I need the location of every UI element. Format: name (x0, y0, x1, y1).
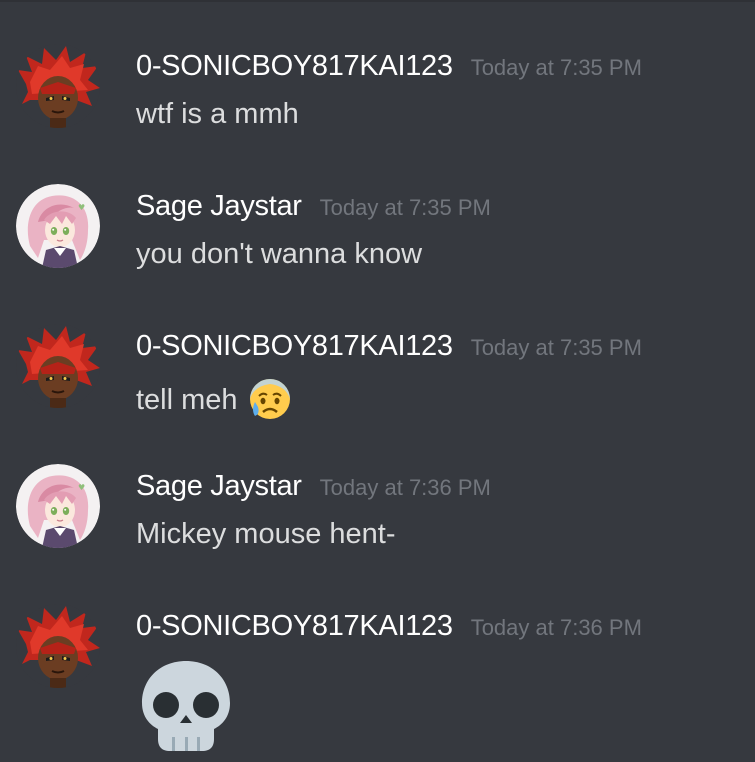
message-content: Mickey mouse hent- (136, 518, 396, 551)
message-item: Sage Jaystar Today at 7:35 PM you don't … (0, 140, 755, 280)
username[interactable]: Sage Jaystar (136, 470, 302, 503)
red-spiky-hair-avatar-icon (16, 44, 100, 128)
message-item: 0-SONICBOY817KAI123 Today at 7:35 PM wtf… (0, 0, 755, 140)
message-header: Sage Jaystar Today at 7:36 PM (136, 470, 491, 503)
red-spiky-hair-avatar-icon (16, 324, 100, 408)
message-content: you don't wanna know (136, 238, 422, 271)
pink-hair-anime-girl-avatar-icon (16, 184, 100, 268)
user-avatar[interactable] (16, 44, 100, 128)
message-list: 0-SONICBOY817KAI123 Today at 7:35 PM wtf… (0, 0, 755, 762)
user-avatar[interactable] (16, 184, 100, 268)
timestamp: Today at 7:35 PM (470, 335, 642, 360)
timestamp: Today at 7:35 PM (319, 195, 491, 220)
timestamp: Today at 7:36 PM (470, 615, 642, 640)
user-avatar[interactable] (16, 464, 100, 548)
message-header: 0-SONICBOY817KAI123 Today at 7:35 PM (136, 330, 642, 363)
pink-hair-anime-girl-avatar-icon (16, 464, 100, 548)
username[interactable]: 0-SONICBOY817KAI123 (136, 610, 453, 643)
timestamp: Today at 7:36 PM (319, 475, 491, 500)
message-header: 0-SONICBOY817KAI123 Today at 7:36 PM (136, 610, 642, 643)
message-item: 0-SONICBOY817KAI123 Today at 7:36 PM (0, 560, 755, 700)
message-header: Sage Jaystar Today at 7:35 PM (136, 190, 491, 223)
username[interactable]: 0-SONICBOY817KAI123 (136, 50, 453, 83)
skull-emoji-icon (136, 655, 236, 755)
message-item: 0-SONICBOY817KAI123 Today at 7:35 PM tel… (0, 280, 755, 420)
username[interactable]: 0-SONICBOY817KAI123 (136, 330, 453, 363)
message-item: Sage Jaystar Today at 7:36 PM Mickey mou… (0, 420, 755, 560)
message-content: tell meh (136, 378, 294, 422)
message-text: wtf is a mmh (136, 98, 299, 130)
timestamp: Today at 7:35 PM (470, 55, 642, 80)
message-header: 0-SONICBOY817KAI123 Today at 7:35 PM (136, 50, 642, 83)
user-avatar[interactable] (16, 604, 100, 688)
red-spiky-hair-avatar-icon (16, 604, 100, 688)
message-text: you don't wanna know (136, 238, 423, 270)
sad-but-relieved-face-emoji-icon (246, 374, 294, 422)
message-text: tell meh (136, 383, 238, 416)
message-text: Mickey mouse hent- (136, 518, 396, 550)
user-avatar[interactable] (16, 324, 100, 408)
message-content: wtf is a mmh (136, 98, 299, 131)
username[interactable]: Sage Jaystar (136, 190, 302, 223)
